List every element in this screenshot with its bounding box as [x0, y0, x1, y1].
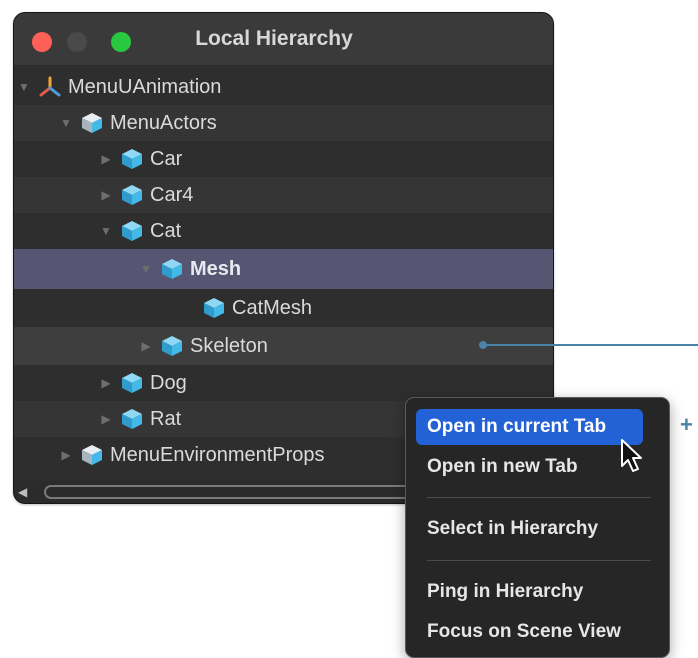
tree-row-label: Skeleton	[190, 335, 268, 357]
prefab-cube-icon	[82, 113, 102, 133]
tree-row-menuactors[interactable]: ▼ MenuActors	[14, 105, 553, 141]
close-window-button[interactable]	[32, 32, 52, 52]
tree-row-label: Car	[150, 148, 183, 170]
connector-dot	[479, 341, 487, 349]
tree-row-label: MenuActors	[110, 112, 217, 134]
tree-row-car4[interactable]: ▶ Car4	[14, 177, 553, 213]
cube-icon	[122, 149, 142, 169]
cube-icon	[122, 185, 142, 205]
menu-item-open-in-current-tab[interactable]: Open in current Tab	[416, 409, 643, 445]
collapse-arrow-icon[interactable]: ▶	[98, 177, 114, 213]
tree-row-car[interactable]: ▶ Car	[14, 141, 553, 177]
cube-icon	[122, 373, 142, 393]
tree-row-label: Car4	[150, 184, 194, 206]
cube-icon	[162, 336, 182, 356]
collapse-arrow-icon[interactable]: ▶	[98, 365, 114, 401]
window-title: Local Hierarchy	[195, 27, 353, 50]
tree-row-label: CatMesh	[232, 297, 313, 319]
expand-arrow-icon[interactable]: ▼	[58, 105, 74, 141]
tree-row-catmesh[interactable]: CatMesh	[14, 289, 553, 327]
tree-row-skeleton[interactable]: ▶ Skeleton	[14, 327, 553, 365]
plus-icon: +	[680, 412, 693, 437]
menu-item-select-in-hierarchy[interactable]: Select in Hierarchy	[416, 511, 643, 547]
annotation-connector-line	[479, 341, 698, 349]
tree-row-dog[interactable]: ▶ Dog	[14, 365, 553, 401]
expand-arrow-icon[interactable]: ▼	[138, 249, 154, 289]
menu-separator	[427, 560, 651, 561]
expand-arrow-icon[interactable]: ▼	[16, 69, 32, 105]
tree-row-label: MenuUAnimation	[68, 76, 222, 98]
title-bar: Local Hierarchy	[14, 13, 553, 65]
menu-separator	[427, 497, 651, 498]
menu-item-focus-on-scene-view[interactable]: Focus on Scene View	[416, 614, 643, 650]
tree-row-label: Cat	[150, 220, 182, 242]
tree-row-label: Dog	[150, 372, 187, 394]
expand-arrow-icon[interactable]: ▼	[98, 213, 114, 249]
collapse-arrow-icon[interactable]: ▶	[98, 401, 114, 437]
prefab-cube-icon	[82, 445, 102, 465]
collapse-arrow-icon[interactable]: ▶	[138, 327, 154, 365]
cube-icon	[122, 221, 142, 241]
cube-icon	[204, 298, 224, 318]
tree-row-label: MenuEnvironmentProps	[110, 444, 325, 466]
scroll-left-arrow-icon[interactable]: ◀	[18, 481, 27, 503]
menu-item-ping-in-hierarchy[interactable]: Ping in Hierarchy	[416, 574, 643, 610]
tree-row-cat[interactable]: ▼ Cat	[14, 213, 553, 249]
maximize-window-button[interactable]	[111, 32, 131, 52]
mouse-cursor-icon	[621, 439, 642, 472]
context-menu: Open in current Tab Open in new Tab Sele…	[405, 397, 670, 658]
collapse-arrow-icon[interactable]: ▶	[98, 141, 114, 177]
animation-axes-icon	[39, 76, 61, 97]
tree-row-menuuanimation[interactable]: ▼ MenuUAnimation	[14, 69, 553, 105]
collapse-arrow-icon[interactable]: ▶	[58, 437, 74, 473]
tree-row-mesh[interactable]: ▼ Mesh	[14, 249, 553, 289]
tree-row-label: Mesh	[190, 258, 242, 280]
minimize-window-button[interactable]	[67, 32, 87, 52]
cube-icon	[122, 409, 142, 429]
cube-icon	[162, 259, 182, 279]
tree-row-label: Rat	[150, 408, 182, 430]
menu-item-open-in-new-tab[interactable]: Open in new Tab	[416, 449, 643, 485]
scrollbar-thumb[interactable]	[44, 485, 424, 499]
